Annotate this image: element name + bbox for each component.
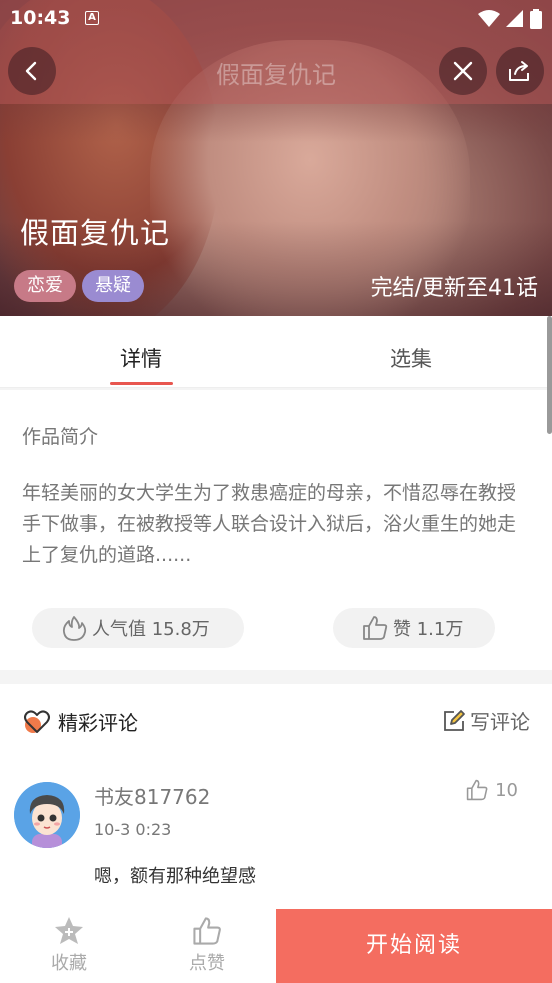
share-icon <box>509 61 529 81</box>
write-comment-button[interactable]: 写评论 <box>442 706 530 735</box>
flame-icon <box>62 616 87 641</box>
write-comment-label: 写评论 <box>470 710 530 734</box>
like-pill[interactable]: 赞 1.1万 <box>333 608 495 648</box>
favorite-button[interactable]: 收藏 <box>9 909 129 983</box>
share-button[interactable] <box>496 47 544 95</box>
wifi-icon <box>478 10 500 27</box>
synopsis-heading: 作品简介 <box>22 426 99 448</box>
comments-heading-label: 精彩评论 <box>58 710 138 735</box>
comment-text: 嗯，额有那种绝望感 <box>94 866 256 887</box>
comments-heading: 精彩评论 <box>22 706 138 736</box>
like-label: 点赞 <box>189 953 225 974</box>
status-bar: 10:43 A <box>0 0 552 36</box>
system-icons <box>478 9 542 29</box>
like-button[interactable]: 点赞 <box>147 909 267 983</box>
thumbs-up-icon <box>363 616 388 640</box>
genre-tags: 恋爱 悬疑 <box>14 270 144 302</box>
tag-mystery[interactable]: 悬疑 <box>82 270 144 302</box>
cover-banner: 10:43 A 假面复仇记 假面复仇记 恋爱 悬疑 完结/更新至41话 <box>0 0 552 316</box>
thumbs-up-icon <box>466 779 488 801</box>
start-reading-button[interactable]: 开始阅读 <box>276 909 552 983</box>
comment-username[interactable]: 书友817762 <box>94 781 210 810</box>
signal-icon <box>506 10 523 27</box>
star-plus-icon <box>55 917 83 944</box>
tab-episodes[interactable]: 选集 <box>351 316 471 388</box>
tab-indicator <box>110 382 173 385</box>
notification-app-icon: A <box>85 11 99 25</box>
comment-like-count: 10 <box>495 779 518 801</box>
close-button[interactable] <box>439 47 487 95</box>
edit-icon <box>444 709 465 731</box>
like-value: 赞 1.1万 <box>393 619 464 640</box>
battery-icon <box>530 9 542 29</box>
heart-badge-icon <box>24 710 50 733</box>
avatar-illustration <box>14 782 80 848</box>
comic-title: 假面复仇记 <box>20 216 171 250</box>
page: 10:43 A 假面复仇记 假面复仇记 恋爱 悬疑 完结/更新至41话 详情 选… <box>0 0 552 983</box>
status-time: 10:43 <box>10 7 71 29</box>
detail-tabs: 详情 选集 <box>0 316 552 388</box>
synopsis-text: 年轻美丽的女大学生为了救患癌症的母亲，不惜忍辱在教授手下做事，在被教授等人联合设… <box>22 482 517 566</box>
favorite-label: 收藏 <box>51 953 87 974</box>
avatar[interactable] <box>14 782 80 848</box>
comment-time: 10-3 0:23 <box>94 820 172 839</box>
comments-section: 精彩评论 写评论 书友817762 10-3 0:23 嗯，额有那种绝望感 10 <box>0 684 552 909</box>
comment-like-button[interactable]: 10 <box>465 778 518 802</box>
popularity-value: 人气值 15.8万 <box>92 619 210 640</box>
close-icon <box>453 61 473 81</box>
synopsis-section: 作品简介 年轻美丽的女大学生为了救患癌症的母亲，不惜忍辱在教授手下做事，在被教授… <box>0 390 552 670</box>
tag-romance[interactable]: 恋爱 <box>14 270 76 302</box>
update-status: 完结/更新至41话 <box>370 276 538 301</box>
popularity-pill: 人气值 15.8万 <box>32 608 244 648</box>
bottom-action-bar: 收藏 点赞 开始阅读 <box>0 909 552 983</box>
thumbs-up-icon <box>193 917 221 945</box>
tab-details[interactable]: 详情 <box>81 316 201 388</box>
scrollbar[interactable] <box>547 316 552 434</box>
